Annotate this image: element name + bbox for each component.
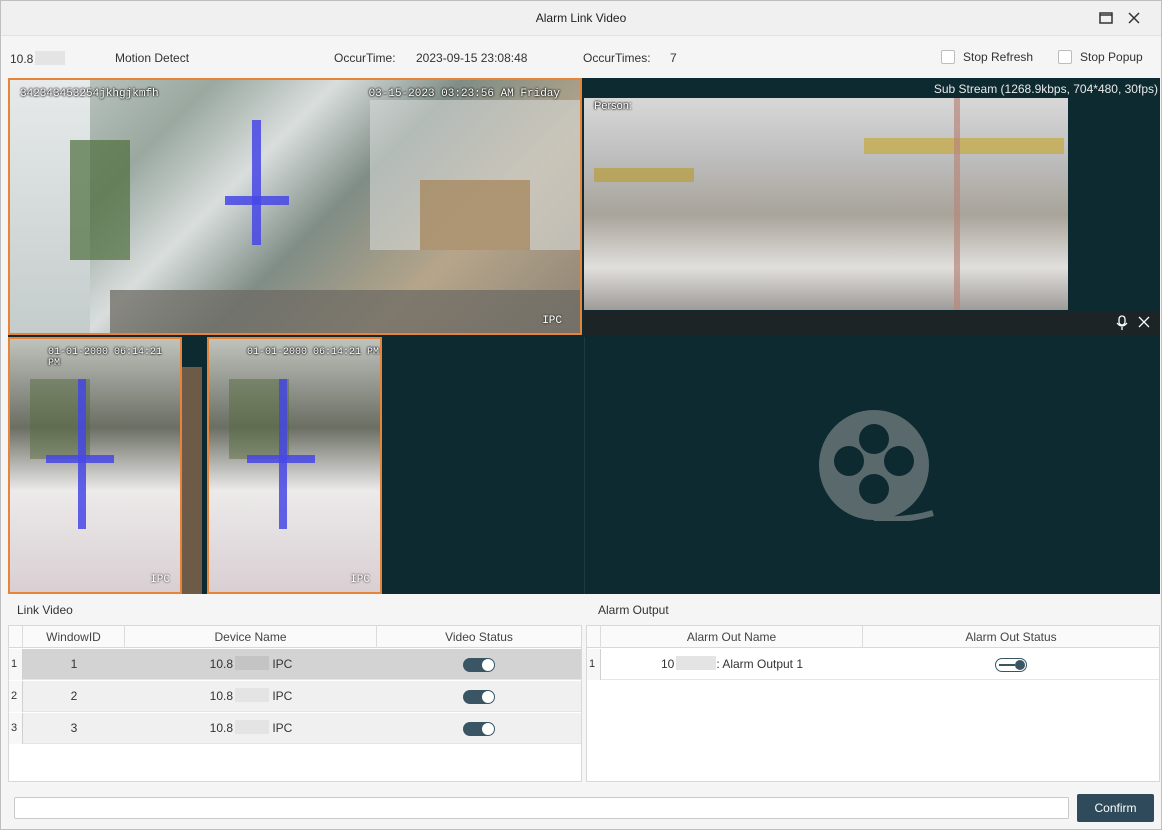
checkbox-box[interactable] [941,50,955,64]
window-title: Alarm Link Video [535,11,627,25]
table-header: Alarm Out Name Alarm Out Status [587,626,1159,648]
alarm-link-video-window: Alarm Link Video 10.8 Motion Detect Occu… [0,0,1162,830]
maximize-button[interactable] [1094,7,1118,29]
person-label: Person: [594,100,632,112]
video-status-cell [377,713,581,744]
table-header: WindowID Device Name Video Status [9,626,581,648]
plant-area [70,140,130,260]
alarm-output-table: Alarm Out Name Alarm Out Status 1 10: Al… [586,625,1160,782]
link-video-title: Link Video [17,603,73,617]
table-row[interactable]: 1 1 10.8 IPC [9,649,581,680]
row-number: 3 [9,713,23,744]
video-window-4[interactable]: 01-01-2000 06:14:21 PM IPC [207,337,382,594]
stream-image [584,98,1068,310]
video-window-2[interactable]: Sub Stream (1268.9kbps, 704*480, 30fps) … [584,78,1160,335]
row-number: 2 [9,681,23,712]
window-id-cell: 3 [70,721,78,735]
video-window-empty[interactable] [584,337,1160,594]
pole-area [954,98,960,310]
stop-popup-label: Stop Popup [1080,50,1143,64]
stream-info: Sub Stream (1268.9kbps, 704*480, 30fps) [933,82,1158,96]
video-status-toggle[interactable] [463,689,495,704]
ipc-tag: IPC [350,574,370,586]
occur-times-label: OccurTimes: [583,51,651,65]
maximize-icon [1099,12,1113,24]
close-button[interactable] [1122,7,1146,29]
ipc-tag: IPC [150,574,170,586]
occur-time-label: OccurTime: [334,51,396,65]
camera-osd-time: 01-01-2000 06:14:21 PM [48,347,163,369]
video-grid: 342343453254jkhgjkmfh 03-15-2023 03:23:5… [8,78,1160,594]
footer-input-field[interactable] [14,797,1069,819]
redacted-block [235,656,269,670]
stop-refresh-checkbox[interactable]: Stop Refresh [941,50,1033,64]
rail-area [864,138,1064,154]
event-type: Motion Detect [115,51,190,65]
desk-area [420,180,530,250]
ipc-tag: IPC [542,315,562,327]
motion-cross-marker [252,120,261,245]
checkbox-box[interactable] [1058,50,1072,64]
camera-osd-time: 03-15-2023 03:23:56 AM Friday [368,88,560,100]
table-row[interactable]: 3 3 10.8 IPC [9,713,581,744]
device-name-cell: 10.8 IPC [209,656,293,671]
alarm-info-bar: 10.8 Motion Detect OccurTime: 2023-09-15… [1,37,1161,77]
row-number: 1 [9,649,23,680]
rail-area [594,168,694,182]
video-status-cell [377,681,581,712]
motion-cross-marker [78,379,86,529]
motion-cross-marker [247,455,315,463]
title-bar: Alarm Link Video [1,1,1161,36]
video-window-3[interactable]: 01-01-2000 06:14:21 PM IPC [8,337,182,594]
device-name-cell: 10.8 IPC [209,688,293,703]
stop-refresh-label: Stop Refresh [963,50,1034,64]
camera-osd-time: 01-01-2000 06:14:21 PM [247,347,380,358]
motion-cross-marker [279,379,287,529]
window-id-cell: 1 [70,657,78,671]
redacted-block [676,656,717,670]
video-status-toggle[interactable] [463,657,495,672]
header-device-name: Device Name [125,626,377,648]
header-rownum [587,626,601,648]
occur-times-value: 7 [670,51,677,65]
alarm-out-name-cell: 10: Alarm Output 1 [660,656,804,671]
alarm-output-title: Alarm Output [598,603,669,617]
alarm-out-status-toggle[interactable] [995,657,1027,672]
video-status-toggle[interactable] [463,721,495,736]
device-ip: 10.8 [10,51,66,66]
header-window-id: WindowID [23,626,125,648]
confirm-button[interactable]: Confirm [1077,794,1154,822]
close-stream-icon[interactable] [1138,316,1150,331]
floor-area [110,290,580,333]
video-window-1[interactable]: 342343453254jkhgjkmfh 03-15-2023 03:23:5… [8,78,582,335]
video-status-cell [377,649,581,680]
table-row[interactable]: 1 10: Alarm Output 1 [587,649,1159,680]
row-number: 1 [587,649,601,680]
redacted-block [235,688,269,702]
occur-time-value: 2023-09-15 23:08:48 [416,51,528,65]
link-video-table: WindowID Device Name Video Status 1 1 10… [8,625,582,782]
window-id-cell: 2 [70,689,78,703]
microphone-icon[interactable] [1116,315,1128,334]
video-gap [182,367,202,594]
film-reel-icon [819,410,934,521]
header-rownum [9,626,23,648]
header-alarm-out-status: Alarm Out Status [965,630,1057,644]
stream-toolbar [584,311,1160,335]
redacted-block [35,51,66,65]
header-video-status: Video Status [445,630,513,644]
close-icon [1128,12,1140,24]
redacted-block [235,720,269,734]
header-alarm-out-name: Alarm Out Name [601,626,863,648]
motion-cross-marker [225,196,289,205]
alarm-out-status-cell [863,649,1159,680]
device-name-cell: 10.8 IPC [209,720,293,735]
camera-osd-name: 342343453254jkhgjkmfh [20,88,159,100]
motion-cross-marker [46,455,114,463]
table-row[interactable]: 2 2 10.8 IPC [9,681,581,712]
stop-popup-checkbox[interactable]: Stop Popup [1058,50,1143,64]
